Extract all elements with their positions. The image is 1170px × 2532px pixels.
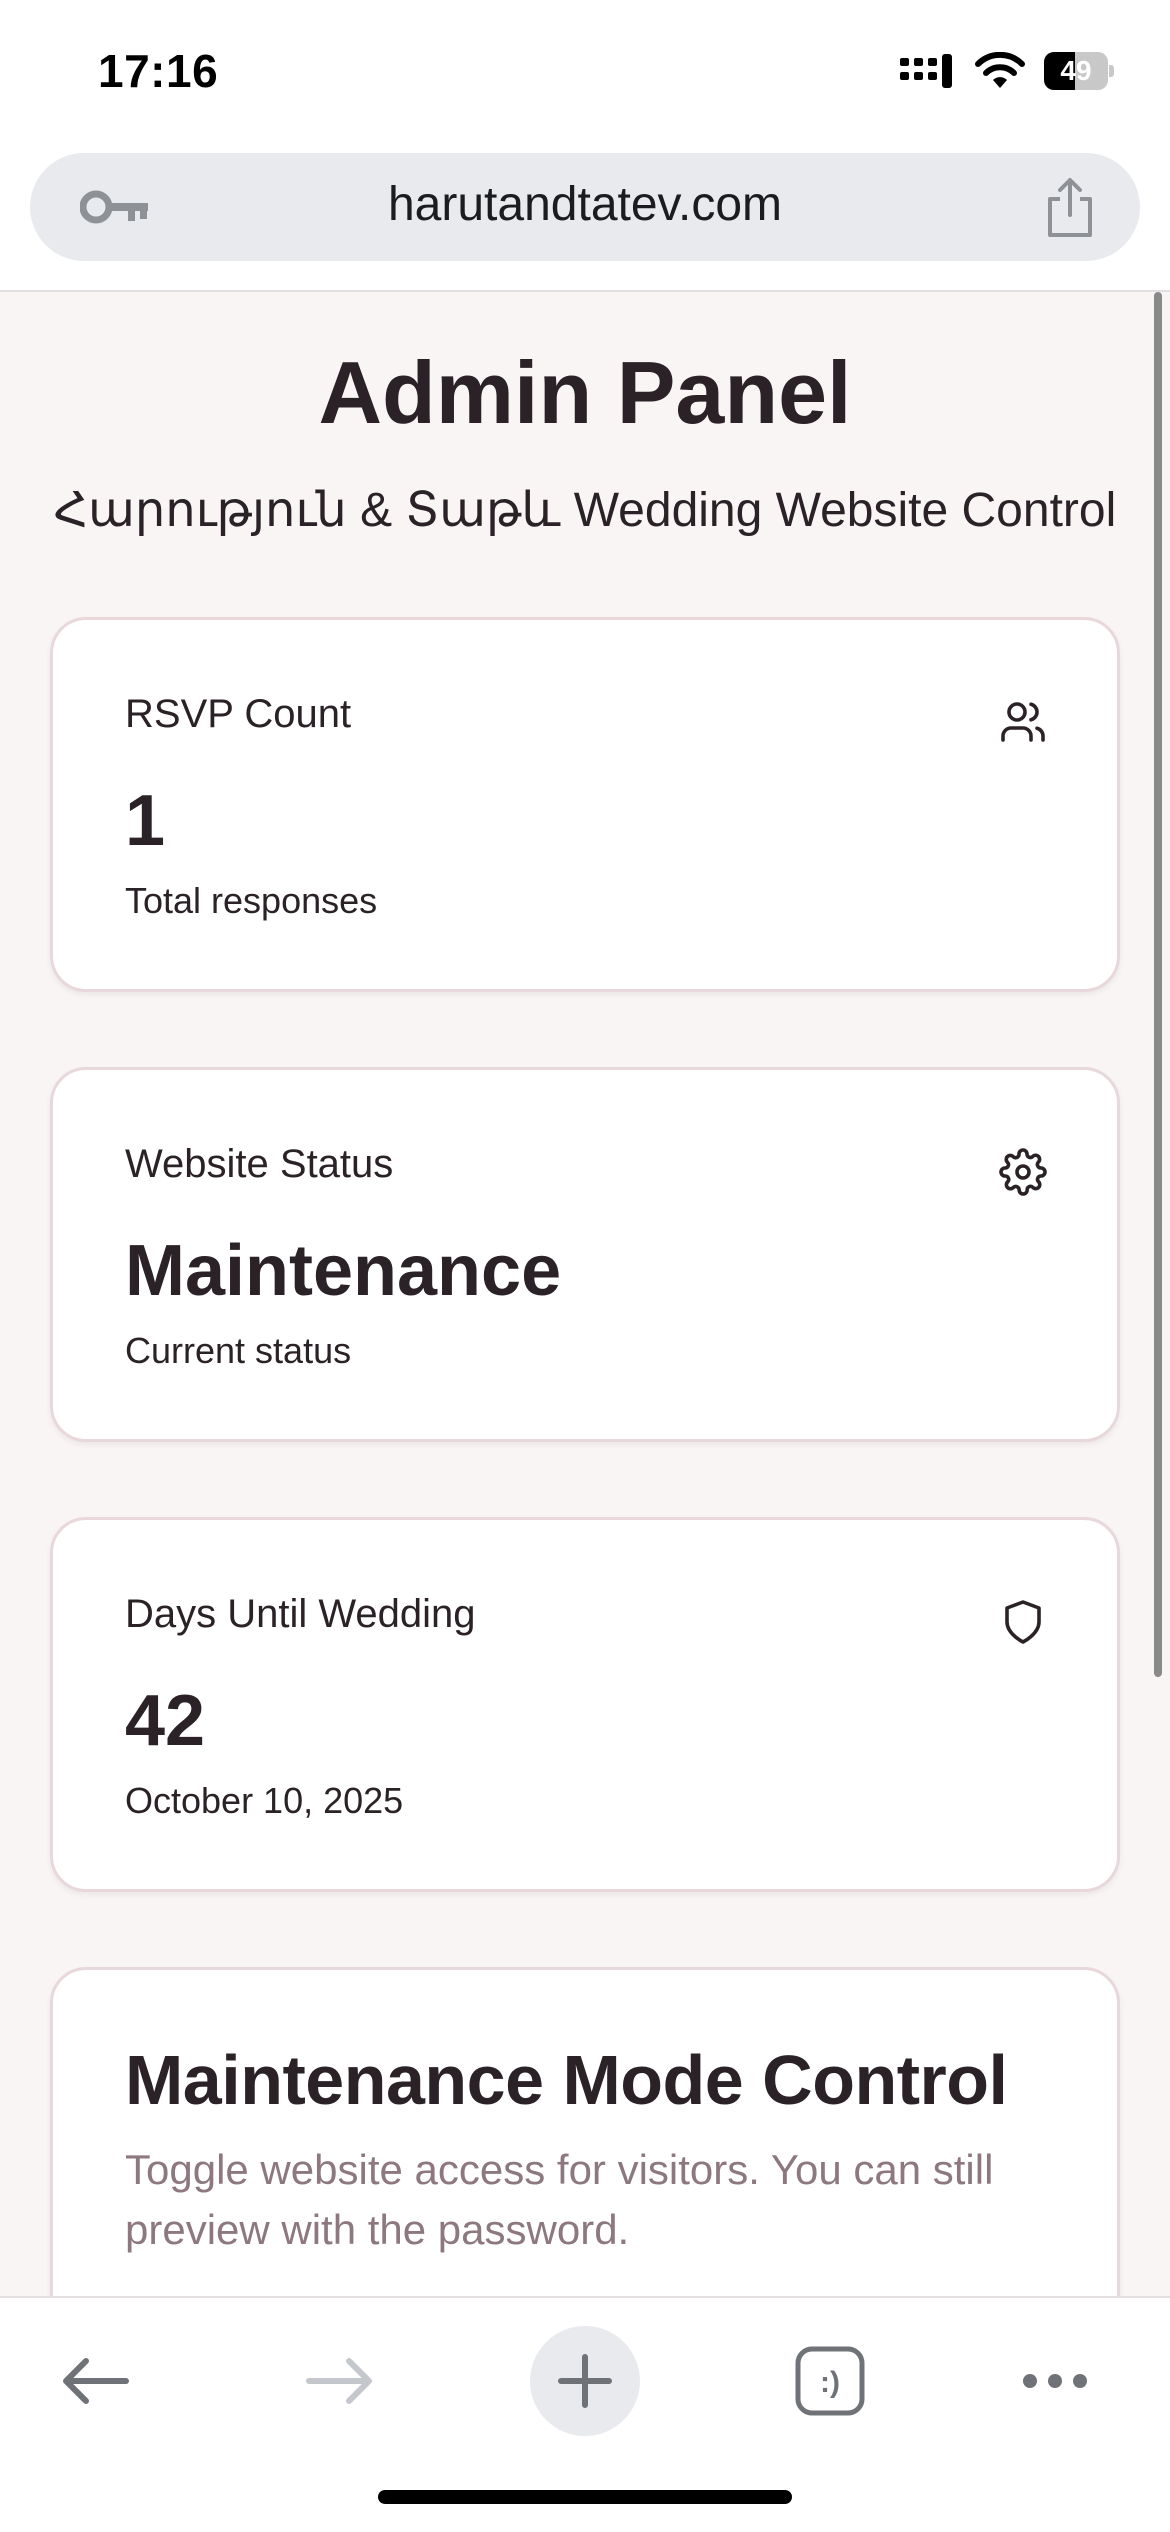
maintenance-description: Toggle website access for visitors. You … [125, 2146, 994, 2253]
card-caption: Current status [125, 1330, 352, 1371]
more-button[interactable] [1000, 2326, 1110, 2436]
battery-icon: 49 [1044, 52, 1114, 90]
wifi-icon [975, 52, 1025, 88]
status-time: 17:16 [98, 45, 219, 97]
days-until-wedding-value: 42 [125, 1681, 206, 1761]
website-status-value: Maintenance [125, 1231, 562, 1311]
forward-arrow-icon[interactable] [305, 2356, 375, 2406]
tabs-icon[interactable]: :) [793, 2344, 867, 2418]
card-caption: Total responses [125, 880, 378, 921]
maintenance-title: Maintenance Mode Control [125, 2041, 1008, 2119]
shield-icon [1005, 1600, 1041, 1644]
website-status-card: Website Status Maintenance Current statu… [50, 1067, 1120, 1442]
back-button[interactable] [40, 2326, 150, 2436]
status-icons: 49 [900, 52, 1114, 90]
new-tab-button[interactable] [530, 2326, 640, 2436]
page-title: Admin Panel [318, 343, 852, 442]
tabs-label: :) [820, 2366, 840, 2399]
days-until-wedding-card: Days Until Wedding 42 October 10, 2025 [50, 1517, 1120, 1892]
more-icon[interactable] [1020, 2371, 1090, 2391]
share-icon[interactable] [1042, 177, 1098, 239]
card-label: Days Until Wedding [125, 1592, 476, 1636]
back-arrow-icon[interactable] [60, 2356, 130, 2406]
url-text[interactable]: harutandtatev.com [30, 177, 1140, 232]
tabs-button[interactable]: :) [775, 2326, 885, 2436]
status-bar: 17:16 49 [0, 0, 1170, 145]
wedding-date: October 10, 2025 [125, 1780, 404, 1821]
card-label: RSVP Count [125, 692, 352, 736]
page-content: Admin Panel Հարություն & Տաթև Wedding We… [0, 290, 1170, 2296]
signal-icon [900, 54, 952, 88]
home-indicator[interactable] [378, 2490, 792, 2504]
users-icon [1001, 702, 1045, 742]
address-bar[interactable]: harutandtatev.com [30, 153, 1140, 261]
page-subtitle: Հարություն & Տաթև Wedding Website Contro… [53, 484, 1117, 537]
maintenance-mode-card: Maintenance Mode Control Toggle website … [50, 1967, 1120, 2296]
rsvp-count-value: 1 [125, 781, 166, 861]
card-label: Website Status [125, 1142, 394, 1186]
rsvp-count-card: RSVP Count 1 Total responses [50, 617, 1120, 992]
forward-button[interactable] [285, 2326, 395, 2436]
gear-icon [999, 1148, 1047, 1196]
battery-level: 49 [1060, 55, 1092, 86]
plus-icon[interactable] [557, 2353, 613, 2409]
